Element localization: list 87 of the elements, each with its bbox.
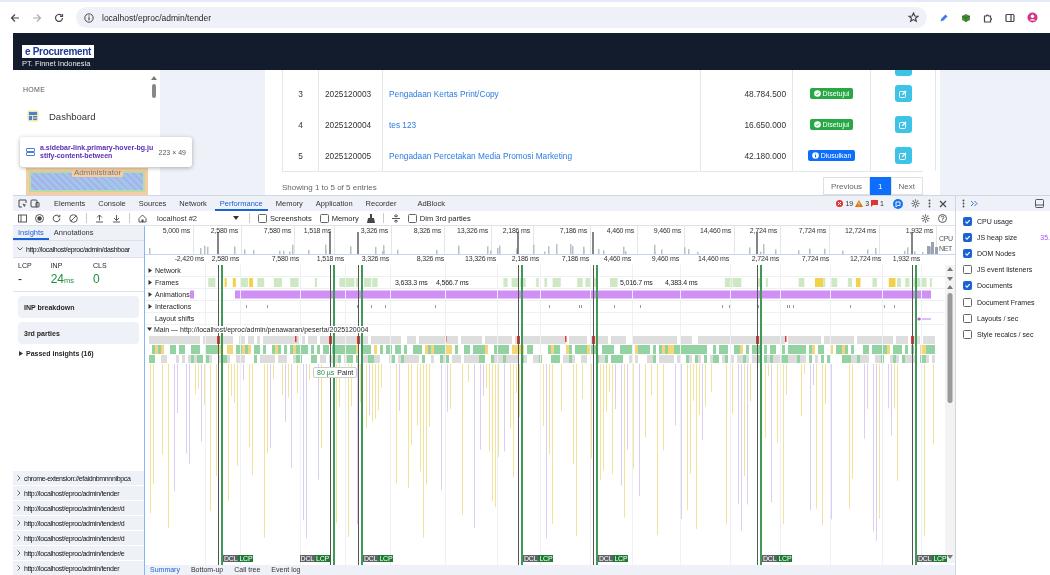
pen-icon[interactable] (939, 12, 949, 23)
tender-link[interactable]: tes 123 (389, 119, 417, 130)
message-icon (871, 200, 879, 207)
info-icon (84, 12, 94, 23)
expand-triangle-icon[interactable] (147, 327, 152, 332)
tender-link[interactable]: Pengadaan Percetakan Media Promosi Marketing (389, 150, 573, 161)
help-icon[interactable] (938, 213, 947, 223)
checkbox[interactable] (963, 232, 972, 242)
table-cell: 5 (283, 140, 319, 171)
back-icon[interactable] (10, 12, 20, 23)
dashboard-icon (27, 110, 39, 122)
record-icon[interactable] (35, 213, 44, 223)
assistant-icon[interactable] (893, 198, 903, 209)
chevron-down-icon[interactable] (17, 247, 23, 251)
layout-shift-icon (917, 317, 931, 321)
address-bar[interactable]: localhost/eproc/admin/tender (76, 7, 927, 28)
chevron-right-icon[interactable] (17, 490, 21, 496)
close-icon[interactable] (939, 199, 947, 208)
page-button[interactable]: Next (890, 177, 923, 195)
table-cell: 42.180.000 (701, 140, 793, 171)
error-icon (836, 200, 844, 207)
element-icon (26, 148, 35, 156)
edit-icon (899, 120, 907, 129)
chevron-right-icon[interactable] (17, 520, 21, 526)
checkbox[interactable] (407, 213, 417, 223)
more-icon[interactable] (928, 199, 931, 208)
chevron-right-icon[interactable] (17, 505, 21, 511)
edit-icon (899, 151, 907, 160)
checkbox[interactable] (319, 213, 329, 223)
chevron-right-icon[interactable] (17, 565, 21, 571)
checkbox[interactable] (963, 281, 972, 291)
checkbox[interactable] (963, 265, 972, 275)
logo: e Procurement (22, 45, 95, 58)
checkbox[interactable] (963, 216, 972, 226)
cube-icon[interactable] (961, 12, 971, 23)
dashboard-link[interactable]: Dashboard (23, 110, 96, 122)
more-icon[interactable] (962, 199, 965, 208)
clear-icon[interactable] (69, 213, 78, 223)
reload-icon[interactable] (52, 213, 61, 223)
broom-icon[interactable] (366, 213, 375, 223)
sidebar-toggle-icon[interactable] (18, 213, 27, 223)
table-cell: 16.650.000 (701, 109, 793, 140)
page-button[interactable]: Previous (822, 177, 871, 195)
chevron-right-icon[interactable] (17, 535, 21, 541)
reload-icon[interactable] (54, 12, 64, 23)
table-cell: 4 (283, 109, 319, 140)
metric-value: - (18, 272, 23, 286)
download-icon[interactable] (112, 213, 121, 223)
arrows-icon[interactable] (391, 213, 400, 223)
device-icon[interactable] (30, 199, 40, 208)
table-cell: 3 (283, 78, 319, 109)
puzzle-icon[interactable] (983, 12, 993, 23)
star-icon[interactable] (908, 12, 919, 23)
metric-value: 0 (93, 272, 101, 286)
table-cell: 2025120004 (319, 109, 383, 140)
table-cell: 2025120005 (319, 140, 383, 171)
scrollbar[interactable] (945, 265, 955, 563)
warning-icon (855, 200, 864, 207)
entries-info: Showing 1 to 5 of 5 entries (282, 183, 377, 192)
chevron-right-icon[interactable] (17, 475, 21, 481)
settings-icon[interactable] (911, 199, 920, 208)
expand-triangle-icon[interactable] (148, 291, 153, 297)
edit-icon (899, 89, 907, 98)
page-button[interactable]: 1 (870, 177, 891, 195)
chevron-right-icon[interactable] (17, 550, 21, 556)
user-role: Administrator (72, 168, 124, 177)
expand-triangle-icon[interactable] (148, 279, 153, 285)
checkbox[interactable] (963, 297, 972, 307)
expand-triangle-icon[interactable] (148, 267, 153, 273)
caret-icon (233, 216, 239, 220)
inspect-icon[interactable] (18, 199, 27, 208)
chevrons-icon[interactable] (970, 200, 978, 207)
table-cell: 48.784.500 (701, 78, 793, 109)
settings-icon[interactable] (921, 213, 930, 223)
dock-icon[interactable] (1035, 199, 1044, 208)
checkbox[interactable] (258, 213, 267, 223)
sidebar-icon[interactable] (1005, 12, 1015, 23)
table-cell: 2025120003 (319, 78, 383, 109)
avatar-icon[interactable] (1027, 12, 1038, 23)
tender-link[interactable]: Pengadaan Kertas Print/Copy (389, 88, 499, 99)
checkbox[interactable] (963, 248, 972, 258)
checkbox[interactable] (963, 313, 972, 323)
triangle-right-icon[interactable] (19, 351, 23, 356)
checkbox[interactable] (963, 329, 972, 339)
home-icon[interactable] (138, 213, 147, 223)
expand-triangle-icon[interactable] (148, 303, 153, 309)
upload-icon[interactable] (95, 213, 104, 223)
